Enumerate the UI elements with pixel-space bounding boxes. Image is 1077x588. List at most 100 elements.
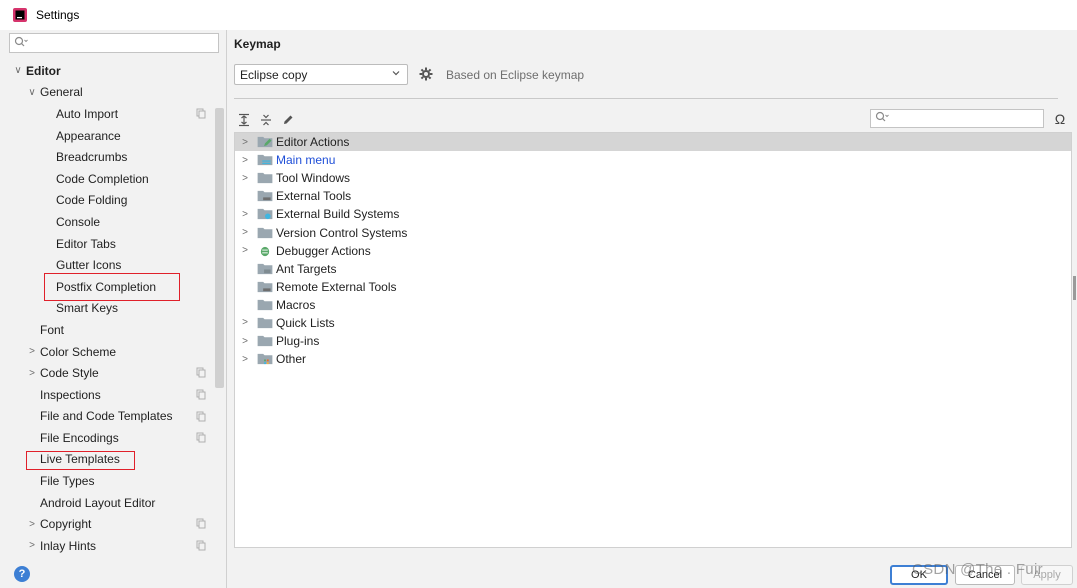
- settings-search-input[interactable]: [9, 33, 219, 53]
- settings-tree-item[interactable]: Code Completion: [0, 168, 214, 190]
- project-scope-icon: [196, 389, 206, 400]
- settings-tree-item[interactable]: > Color Scheme: [0, 341, 214, 363]
- settings-tree-item[interactable]: Font: [0, 319, 214, 341]
- chevron-right-icon[interactable]: >: [237, 317, 253, 328]
- settings-tree-item[interactable]: File and Code Templates: [0, 406, 214, 428]
- keymap-action-label: External Tools: [276, 189, 352, 204]
- build-folder-icon: [257, 209, 273, 220]
- keymap-action-row[interactable]: > Debugger Actions: [235, 242, 1071, 260]
- folder-icon: [257, 317, 273, 329]
- settings-tree-item-label: Appearance: [56, 128, 121, 143]
- settings-tree-item[interactable]: Breadcrumbs: [0, 146, 214, 168]
- keymap-toolbar: [234, 110, 300, 130]
- chevron-down-icon[interactable]: ∨: [26, 87, 38, 98]
- keymap-action-row[interactable]: Remote External Tools: [235, 278, 1071, 296]
- settings-tree-item-label: Font: [40, 322, 65, 337]
- settings-tree-item[interactable]: > Inlay Hints: [0, 535, 214, 557]
- settings-tree-item-label: Color Scheme: [40, 344, 117, 359]
- intellij-app-icon: [12, 7, 28, 23]
- divider: [234, 98, 1058, 99]
- edit-icon[interactable]: [278, 110, 298, 130]
- chevron-right-icon[interactable]: >: [237, 137, 253, 148]
- other-folder-icon: [257, 354, 273, 365]
- settings-tree-item-label: Auto Import: [56, 106, 119, 121]
- keymap-action-row[interactable]: Ant Targets: [235, 260, 1071, 278]
- chevron-right-icon[interactable]: >: [26, 519, 38, 530]
- settings-tree-item[interactable]: File Encodings: [0, 427, 214, 449]
- settings-tree-item-label: Inspections: [40, 387, 101, 402]
- keymap-action-row[interactable]: Macros: [235, 296, 1071, 314]
- keymap-action-row[interactable]: > Editor Actions: [235, 133, 1071, 152]
- keymap-search-input[interactable]: [870, 109, 1044, 128]
- chevron-right-icon[interactable]: >: [26, 346, 38, 357]
- collapse-all-icon[interactable]: [256, 110, 276, 130]
- section-title: Keymap: [234, 37, 281, 51]
- settings-tree-item[interactable]: Code Folding: [0, 190, 214, 212]
- postfix-completion-highlight: [44, 273, 180, 301]
- settings-tree-item-label: Editor: [26, 63, 61, 78]
- settings-tree-item-label: Copyright: [40, 517, 92, 532]
- settings-tree-item[interactable]: > Code Style: [0, 362, 214, 384]
- settings-tree-item[interactable]: ∨ Editor: [0, 60, 214, 82]
- keymap-action-row[interactable]: > External Build Systems: [235, 205, 1071, 223]
- settings-tree-item[interactable]: Auto Import: [0, 103, 214, 125]
- keymap-action-label: Macros: [276, 297, 316, 312]
- expand-all-icon[interactable]: [234, 110, 254, 130]
- keymap-action-row[interactable]: > Main menu: [235, 151, 1071, 169]
- find-by-shortcut-icon[interactable]: Ω: [1051, 110, 1069, 128]
- chevron-right-icon[interactable]: >: [237, 173, 253, 184]
- settings-tree-item-label: Code Style: [40, 366, 99, 381]
- settings-tree-item[interactable]: ∨ General: [0, 82, 214, 104]
- help-icon[interactable]: ?: [14, 566, 30, 582]
- settings-sidebar: ∨ Editor ∨ General Auto Import Appearance Brea…: [0, 30, 227, 588]
- keymap-action-row[interactable]: > Other: [235, 350, 1071, 368]
- keymap-actions-tree: > Editor Actions > Main menu > Tool Windows Ex…: [234, 132, 1072, 548]
- chevron-right-icon[interactable]: >: [237, 245, 253, 256]
- sidebar-scrollbar[interactable]: [215, 108, 224, 388]
- keymap-action-label: Ant Targets: [276, 261, 337, 276]
- settings-tree-item-label: Gutter Icons: [56, 258, 122, 273]
- keymap-action-label: Other: [276, 352, 307, 367]
- chevron-down-icon[interactable]: ∨: [12, 65, 24, 76]
- chevron-right-icon[interactable]: >: [237, 209, 253, 220]
- keymap-action-row[interactable]: > Version Control Systems: [235, 223, 1071, 241]
- folder-icon: [257, 299, 273, 310]
- live-templates-highlight: [26, 451, 135, 470]
- chevron-right-icon[interactable]: >: [26, 368, 38, 379]
- settings-tree-item[interactable]: Android Layout Editor: [0, 492, 214, 514]
- settings-window: Settings ∨ Editor ∨ General Auto Import Appea…: [0, 0, 1077, 588]
- project-scope-icon: [196, 411, 206, 421]
- settings-tree-item[interactable]: Inspections: [0, 384, 214, 406]
- settings-tree-item[interactable]: Console: [0, 211, 214, 233]
- settings-tree-item-label: File Encodings: [40, 430, 119, 445]
- editor-folder-icon: [257, 136, 273, 148]
- settings-tree-item[interactable]: > Copyright: [0, 513, 214, 535]
- settings-tree-item[interactable]: File Types: [0, 470, 214, 492]
- keymap-action-label: Remote External Tools: [276, 279, 397, 294]
- settings-tree-item[interactable]: Appearance: [0, 125, 214, 147]
- settings-tree-item[interactable]: Editor Tabs: [0, 233, 214, 255]
- keymap-action-row[interactable]: > Tool Windows: [235, 169, 1071, 187]
- gear-icon[interactable]: [418, 66, 434, 82]
- chevron-right-icon[interactable]: >: [237, 336, 253, 347]
- chevron-right-icon[interactable]: >: [26, 540, 38, 551]
- folder-icon: [257, 336, 273, 347]
- keymap-action-row[interactable]: > Plug-ins: [235, 332, 1071, 350]
- chevron-right-icon[interactable]: >: [237, 155, 253, 166]
- project-scope-icon: [196, 518, 206, 529]
- keymap-action-label: Main menu: [276, 153, 336, 168]
- settings-tree: ∨ Editor ∨ General Auto Import Appearance Brea…: [0, 60, 214, 557]
- chevron-down-icon: [391, 68, 401, 81]
- window-scrollbar[interactable]: [1073, 276, 1076, 300]
- settings-tree-item-label: Code Completion: [56, 171, 149, 186]
- keymap-select-value: Eclipse copy: [240, 67, 308, 82]
- keymap-select[interactable]: Eclipse copy: [234, 64, 408, 85]
- chevron-right-icon[interactable]: >: [237, 354, 253, 365]
- keymap-action-row[interactable]: External Tools: [235, 187, 1071, 205]
- project-scope-icon: [196, 432, 206, 443]
- keymap-action-row[interactable]: > Quick Lists: [235, 314, 1071, 332]
- chevron-right-icon[interactable]: >: [237, 227, 253, 238]
- project-scope-icon: [196, 367, 206, 378]
- settings-tree-item-label: Breadcrumbs: [56, 150, 128, 165]
- keymap-action-label: Debugger Actions: [276, 243, 371, 258]
